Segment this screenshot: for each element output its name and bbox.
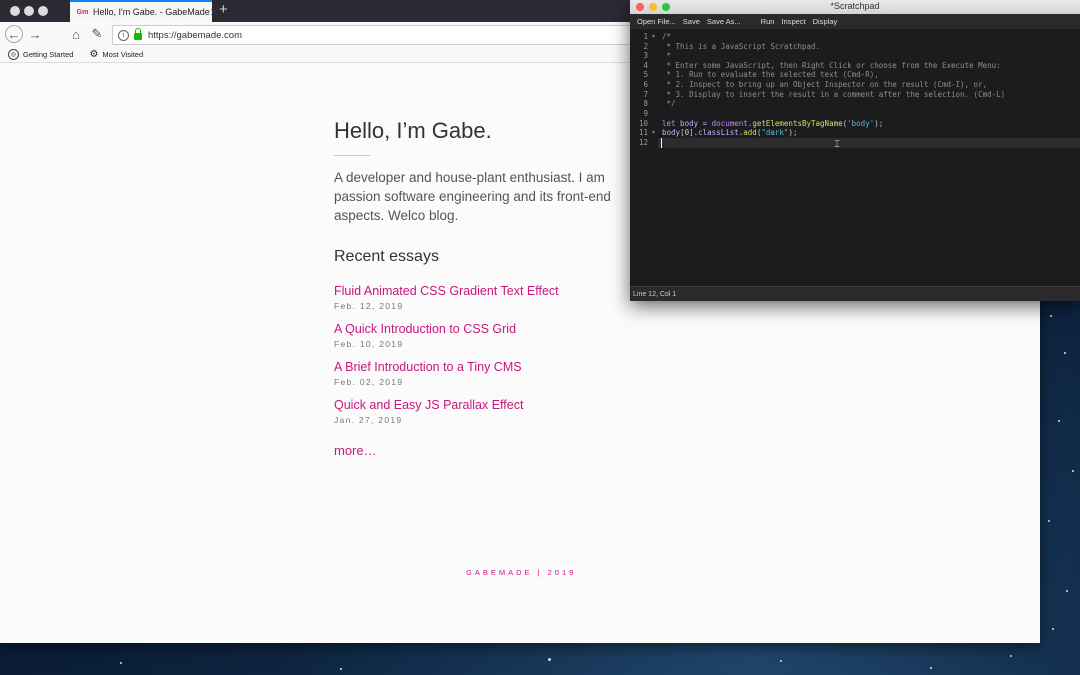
ibeam-cursor-icon: ⌶ — [834, 139, 840, 150]
code-line-10: let body = document.getElementsByTagName… — [662, 119, 883, 128]
title-divider — [334, 155, 370, 156]
save-as-button[interactable]: Save As... — [707, 17, 741, 26]
globe-icon: ◎ — [8, 48, 19, 60]
essay-link[interactable]: A Quick Introduction to CSS Grid — [334, 322, 516, 336]
code-comment: * 3. Display to insert the result in a c… — [662, 90, 1006, 99]
line-number: 1 — [643, 32, 648, 41]
code-comment: * 1. Run to evaluate the selected text (… — [662, 70, 879, 79]
inspect-button[interactable]: Inspect — [781, 17, 805, 26]
window-minimize-button[interactable] — [24, 6, 34, 16]
run-button[interactable]: Run — [761, 17, 775, 26]
code-editor[interactable]: 1 ▼ 2 3 4 5 6 7 8 9 10 11 ▼ 12 /* * This… — [630, 29, 1080, 286]
tab-title: Hello, I'm Gabe. - GabeMade — [93, 7, 210, 17]
list-item: A Brief Introduction to a Tiny CMS Feb. … — [334, 360, 522, 387]
code-line-11: body[0].classList.add("dark"); — [662, 128, 797, 137]
gear-icon: ⚙ — [89, 48, 99, 60]
list-item: Quick and Easy JS Parallax Effect Jan. 2… — [334, 398, 523, 425]
info-icon[interactable]: i — [118, 29, 129, 41]
essay-link[interactable]: Quick and Easy JS Parallax Effect — [334, 398, 523, 412]
scratchpad-statusbar: Line 12, Col 1 — [630, 286, 1080, 301]
bookmark-getting-started[interactable]: ◎ Getting Started — [8, 48, 74, 60]
bookmark-label: Getting Started — [23, 49, 74, 59]
home-icon[interactable]: ⌂ — [67, 25, 85, 43]
display-button[interactable]: Display — [813, 17, 838, 26]
essay-link[interactable]: A Brief Introduction to a Tiny CMS — [334, 360, 522, 374]
line-number: 4 — [643, 61, 648, 70]
essay-date: Jan. 27, 2019 — [334, 415, 403, 425]
open-file-button[interactable]: Open File... — [637, 17, 676, 26]
line-number: 10 — [638, 119, 648, 128]
site-footer: GABEMADE | 2019 — [466, 568, 577, 577]
scratchpad-window: *Scratchpad Open File... Save Save As...… — [630, 0, 1080, 301]
code-comment: * — [662, 51, 672, 60]
code-variable: body — [662, 128, 681, 137]
scratchpad-toolbar: Open File... Save Save As... Run Inspect… — [630, 14, 1080, 29]
code-keyword: let — [662, 119, 676, 128]
code-text: body = — [675, 119, 712, 128]
essay-date: Feb. 10, 2019 — [334, 339, 404, 349]
scratchpad-title: *Scratchpad — [830, 1, 880, 11]
line-number: 12 — [638, 138, 648, 147]
essay-date: Feb. 02, 2019 — [334, 377, 404, 387]
fold-triangle-icon[interactable]: ▼ — [651, 34, 656, 40]
code-string: "dark" — [761, 128, 789, 137]
url-text[interactable]: https://gabemade.com — [148, 30, 242, 41]
new-tab-plus-icon[interactable]: + — [219, 1, 228, 18]
cursor-position: Line 12, Col 1 — [633, 290, 677, 298]
code-comment: * 2. Inspect to bring up an Object Inspe… — [662, 80, 988, 89]
back-arrow-icon[interactable]: ← — [5, 25, 23, 43]
code-comment: * Enter some JavaScript, then Right Clic… — [662, 61, 1001, 70]
lock-icon[interactable] — [134, 28, 142, 40]
line-number: 7 — [643, 90, 648, 99]
code-function: getElementsByTagName — [752, 119, 843, 128]
code-comment: */ — [662, 99, 676, 108]
bookmark-label: Most Visited — [102, 49, 144, 59]
essay-date: Feb. 12, 2019 — [334, 301, 404, 311]
list-item: A Quick Introduction to CSS Grid Feb. 10… — [334, 322, 516, 349]
code-comment: * This is a JavaScript Scratchpad. — [662, 42, 821, 51]
code-text: [0]. — [680, 128, 699, 137]
window-zoom-button[interactable] — [38, 6, 48, 16]
close-icon[interactable]: ✕ — [210, 6, 219, 19]
text-caret — [661, 138, 662, 148]
forward-arrow-icon[interactable]: → — [26, 25, 44, 43]
fold-triangle-icon[interactable]: ▼ — [651, 130, 656, 136]
bookmark-most-visited[interactable]: ⚙ Most Visited — [89, 49, 143, 60]
essay-link[interactable]: Fluid Animated CSS Gradient Text Effect — [334, 284, 559, 298]
window-close-button[interactable] — [10, 6, 20, 16]
url-bar[interactable]: i https://gabemade.com — [112, 25, 694, 45]
line-number: 8 — [643, 99, 648, 108]
list-item: Fluid Animated CSS Gradient Text Effect … — [334, 284, 559, 311]
code-property: classList — [698, 128, 739, 137]
line-number: 11 — [638, 128, 648, 137]
intro-text: A developer and house-plant enthusiast. … — [334, 170, 611, 223]
line-number: 5 — [643, 70, 648, 79]
scratchpad-titlebar[interactable]: *Scratchpad — [630, 0, 1080, 15]
line-number: 3 — [643, 51, 648, 60]
tab-gabemade[interactable]: Gm Hello, I'm Gabe. - GabeMade ✕ — [70, 0, 219, 22]
code-text: ); — [788, 128, 798, 137]
code-text: ); — [874, 119, 884, 128]
page-title: Hello, I’m Gabe. — [334, 118, 492, 143]
wrench-icon[interactable]: ✎ — [88, 25, 106, 43]
line-number: 9 — [643, 109, 648, 118]
code-object: document — [711, 119, 748, 128]
line-number: 6 — [643, 80, 648, 89]
line-number: 2 — [643, 42, 648, 51]
active-line-highlight — [658, 138, 1080, 148]
code-string: 'body' — [847, 119, 875, 128]
recent-essays-heading: Recent essays — [334, 248, 439, 265]
line-gutter: 1 ▼ 2 3 4 5 6 7 8 9 10 11 ▼ 12 — [630, 29, 658, 286]
gabemade-favicon-icon: Gm — [76, 8, 89, 16]
more-essays-link[interactable]: more… — [334, 443, 377, 458]
code-comment: /* — [662, 32, 672, 41]
save-button[interactable]: Save — [683, 17, 700, 26]
code-function: add — [743, 128, 757, 137]
